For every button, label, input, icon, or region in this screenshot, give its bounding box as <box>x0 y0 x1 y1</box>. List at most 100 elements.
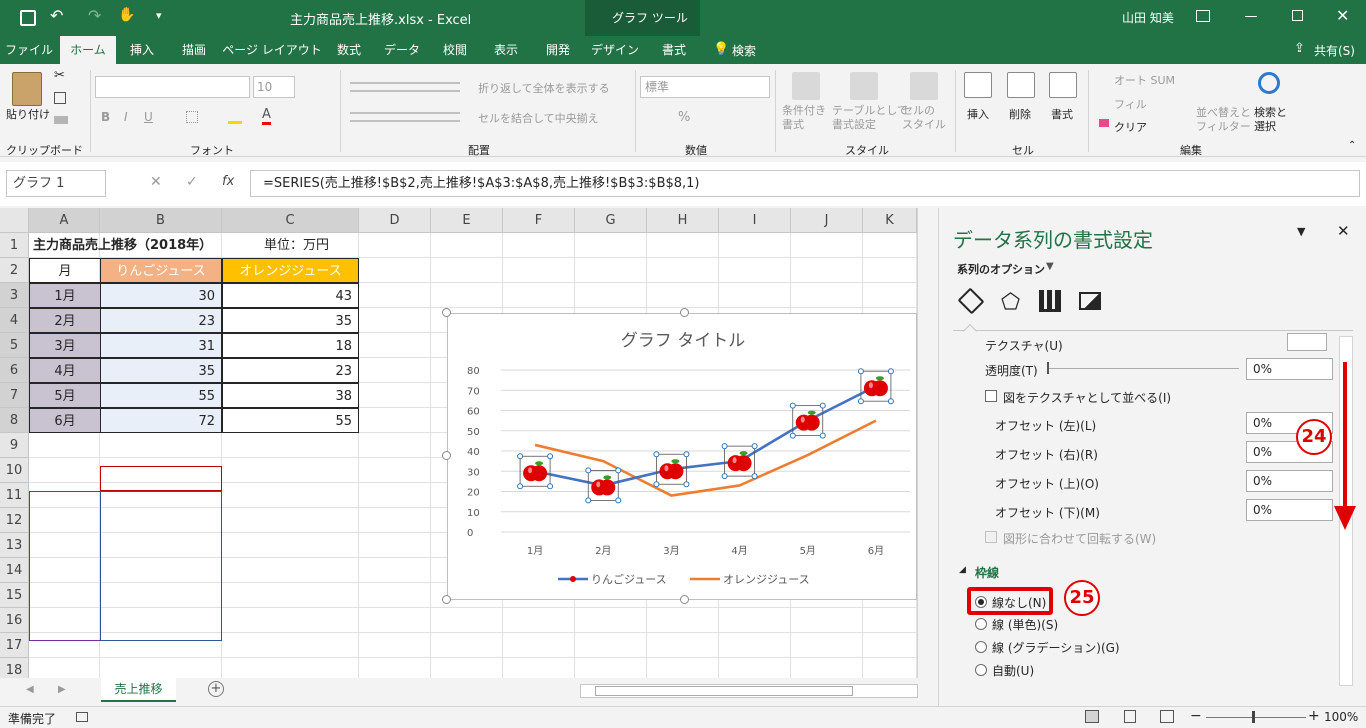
next-sheet-icon[interactable]: ▶ <box>58 684 66 695</box>
table-cell[interactable]: 55 <box>100 383 222 408</box>
tab-design[interactable]: デザイン <box>586 36 644 64</box>
delete-cells-button[interactable]: 削除 <box>1009 106 1031 122</box>
effects-icon[interactable]: ⬠ <box>1001 290 1020 315</box>
header-apple[interactable]: りんごジュース <box>100 258 222 283</box>
row-header-3[interactable]: 3 <box>0 283 29 308</box>
tab-draw[interactable]: 描画 <box>168 36 220 64</box>
chart-handle-tl[interactable] <box>442 308 451 317</box>
customize-qat-icon[interactable]: ▾ <box>156 9 162 22</box>
table-cell[interactable]: 23 <box>100 308 222 333</box>
minimize-icon[interactable] <box>1245 16 1257 17</box>
redo-icon[interactable]: ↷ <box>88 6 101 25</box>
tab-view[interactable]: 表示 <box>480 36 532 64</box>
tab-data[interactable]: データ <box>374 36 430 64</box>
border-section-label[interactable]: 枠線 <box>975 564 999 581</box>
row-header-8[interactable]: 8 <box>0 408 29 433</box>
radio-solid-line[interactable] <box>975 618 987 630</box>
border-icon[interactable] <box>186 111 198 123</box>
page-break-view-icon[interactable] <box>1160 710 1174 723</box>
merge-center-button[interactable]: セルを結合して中央揃え <box>478 110 599 126</box>
table-format-button[interactable]: テーブルとして 書式設定 <box>832 104 908 132</box>
series-options-caret-icon[interactable]: ▼ <box>1046 261 1054 272</box>
tell-me-box[interactable]: 検索 <box>732 42 756 59</box>
undo-icon[interactable]: ↶ <box>50 6 63 25</box>
paste-icon[interactable] <box>12 72 42 106</box>
table-cell[interactable]: 43 <box>222 283 359 308</box>
transparency-slider[interactable] <box>1049 368 1239 369</box>
panel-close-icon[interactable]: ✕ <box>1337 222 1350 240</box>
touch-mode-icon[interactable]: ✋ <box>118 7 135 23</box>
row-header-15[interactable]: 15 <box>0 583 29 608</box>
cell-title[interactable]: 主力商品売上推移（2018年） <box>33 233 212 258</box>
panel-options-dropdown-icon[interactable]: ▼ <box>1297 225 1305 238</box>
chart-handle-bl[interactable] <box>442 595 451 604</box>
table-cell[interactable]: 72 <box>100 408 222 433</box>
tab-insert[interactable]: 挿入 <box>118 36 166 64</box>
chart-handle-tm[interactable] <box>680 308 689 317</box>
column-header-H[interactable]: H <box>647 208 719 233</box>
fx-icon[interactable]: fx <box>222 174 234 189</box>
row-header-13[interactable]: 13 <box>0 533 29 558</box>
transparency-slider-thumb[interactable] <box>1047 362 1049 374</box>
row-header-2[interactable]: 2 <box>0 258 29 283</box>
copy-icon[interactable] <box>54 92 66 104</box>
cut-icon[interactable]: ✂ <box>54 68 65 83</box>
find-select-button[interactable]: 検索と 選択 <box>1254 106 1287 134</box>
column-header-D[interactable]: D <box>359 208 431 233</box>
select-all-corner[interactable] <box>0 208 29 233</box>
table-cell[interactable]: 6月 <box>29 408 101 433</box>
table-cell[interactable]: 30 <box>100 283 222 308</box>
transparency-spin[interactable]: 0% <box>1246 358 1333 380</box>
normal-view-icon[interactable] <box>1085 710 1099 723</box>
series-options-icon[interactable] <box>1039 290 1061 312</box>
texture-picker[interactable] <box>1287 333 1327 351</box>
row-header-9[interactable]: 9 <box>0 433 29 458</box>
table-cell[interactable]: 23 <box>222 358 359 383</box>
row-header-12[interactable]: 12 <box>0 508 29 533</box>
macro-record-icon[interactable] <box>76 712 88 722</box>
row-header-7[interactable]: 7 <box>0 383 29 408</box>
align-icons[interactable] <box>350 82 460 92</box>
grid-vscroll[interactable] <box>917 208 938 678</box>
row-header-14[interactable]: 14 <box>0 558 29 583</box>
format-cells-icon[interactable] <box>1049 72 1077 98</box>
tab-review[interactable]: 校閲 <box>432 36 478 64</box>
zoom-level[interactable]: 100% <box>1324 710 1358 724</box>
autosum-button[interactable]: オート SUM <box>1114 72 1175 88</box>
conditional-format-icon[interactable] <box>792 72 820 100</box>
italic-icon[interactable]: I <box>124 110 128 124</box>
cancel-icon[interactable]: ✕ <box>150 174 162 190</box>
insert-cells-icon[interactable] <box>964 72 992 98</box>
radio-automatic[interactable] <box>975 664 987 676</box>
tab-page-layout[interactable]: ページ レイアウト <box>222 36 322 64</box>
chart-handle-ml[interactable] <box>442 451 451 460</box>
column-header-B[interactable]: B <box>100 208 222 233</box>
tile-checkbox[interactable] <box>985 390 997 402</box>
table-cell[interactable]: 18 <box>222 333 359 358</box>
paste-button[interactable]: 貼り付け <box>6 106 50 122</box>
enter-icon[interactable]: ✓ <box>186 174 198 190</box>
save-icon[interactable] <box>20 10 36 26</box>
table-cell[interactable]: 4月 <box>29 358 101 383</box>
column-header-J[interactable]: J <box>791 208 863 233</box>
sort-filter-button[interactable]: 並べ替えと フィルター <box>1196 106 1251 134</box>
format-cells-button[interactable]: 書式 <box>1051 106 1073 122</box>
table-cell[interactable]: 5月 <box>29 383 101 408</box>
underline-icon[interactable]: U <box>144 110 153 124</box>
wrap-text-button[interactable]: 折り返して全体を表示する <box>478 80 610 96</box>
format-painter-icon[interactable] <box>54 116 68 124</box>
search-icon[interactable] <box>1258 72 1280 94</box>
hscroll-thumb[interactable] <box>595 686 853 696</box>
font-color-icon[interactable]: A <box>262 108 271 125</box>
table-cell[interactable]: 35 <box>100 358 222 383</box>
table-cell[interactable]: 1月 <box>29 283 101 308</box>
formula-input[interactable]: =SERIES(売上推移!$B$2,売上推移!$A$3:$A$8,売上推移!$B… <box>250 170 1360 197</box>
chart-plot[interactable]: 0 10 20 30 40 50 60 70 80 1月 2月 3月 4月 5月 6月りんごジュース オレンジ… <box>448 314 918 601</box>
row-header-16[interactable]: 16 <box>0 608 29 633</box>
bold-icon[interactable]: B <box>101 110 110 124</box>
font-size-select[interactable]: 10 <box>253 76 295 98</box>
column-header-F[interactable]: F <box>503 208 575 233</box>
add-sheet-icon[interactable]: + <box>208 681 224 697</box>
series-options-dropdown[interactable]: 系列のオプション <box>957 261 1045 277</box>
column-header-E[interactable]: E <box>431 208 503 233</box>
